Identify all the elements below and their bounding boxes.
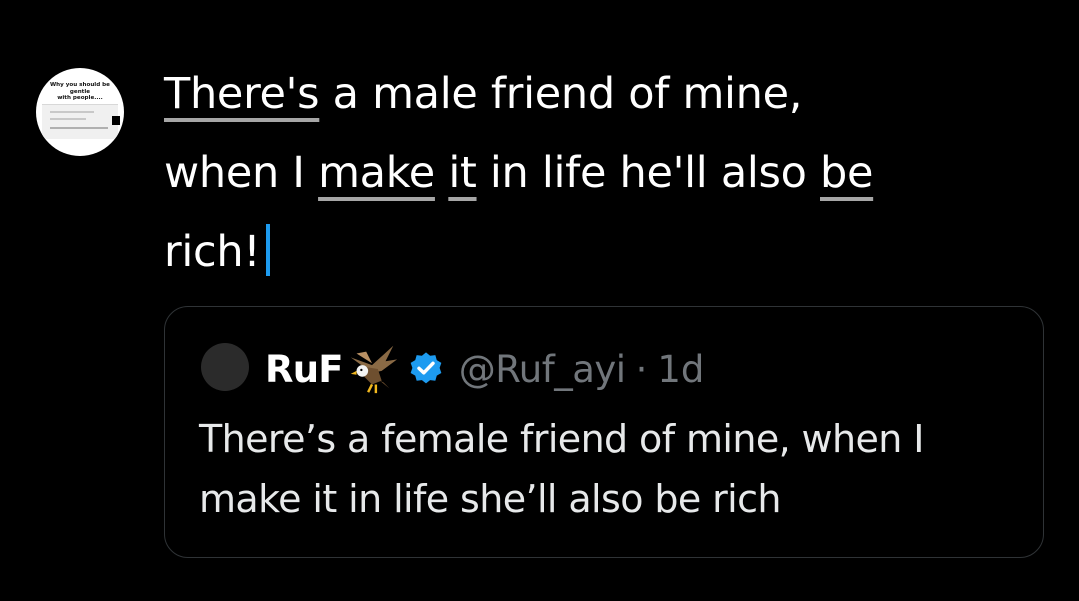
compose-line-2: when I make it in life he'll also be bbox=[164, 134, 1024, 213]
compose-line-3: rich! bbox=[164, 213, 1024, 292]
compose-text: when I bbox=[164, 148, 319, 198]
compose-text bbox=[435, 148, 448, 198]
compose-text: rich! bbox=[164, 227, 261, 277]
compose-line-1: There's a male friend of mine, bbox=[164, 55, 1024, 134]
avatar-image-line bbox=[50, 118, 86, 120]
quoted-tweet[interactable]: RuF @Ruf_ayi · 1d There’s a female frien… bbox=[164, 306, 1044, 558]
eagle-icon bbox=[350, 345, 397, 394]
compose-text: a male friend of mine, bbox=[319, 69, 803, 119]
avatar-caption-line1: Why you should be gentle bbox=[50, 82, 110, 95]
avatar-caption-line2: with people.... bbox=[57, 95, 103, 101]
compose-screen: Why you should be gentle with people....… bbox=[0, 0, 1079, 601]
quoted-tweet-timestamp[interactable]: 1d bbox=[657, 348, 704, 391]
spellcheck-word[interactable]: it bbox=[448, 148, 477, 198]
spellcheck-word[interactable]: There's bbox=[164, 69, 320, 119]
quoted-user-avatar[interactable] bbox=[201, 343, 249, 391]
spellcheck-word[interactable]: make bbox=[318, 148, 435, 198]
avatar-image-line bbox=[50, 111, 94, 113]
avatar-image-block bbox=[112, 116, 120, 125]
quoted-text-line-2: make it in life she’ll also be rich bbox=[199, 477, 781, 521]
quoted-user-handle[interactable]: @Ruf_ayi bbox=[459, 348, 626, 391]
compose-text: in life he'll also bbox=[476, 148, 820, 198]
tweet-compose-text[interactable]: There's a male friend of mine, when I ma… bbox=[164, 55, 1024, 292]
separator-dot: · bbox=[635, 347, 648, 391]
user-avatar[interactable]: Why you should be gentle with people.... bbox=[36, 68, 124, 156]
avatar-image-line bbox=[50, 127, 108, 129]
avatar-caption: Why you should be gentle with people.... bbox=[40, 82, 120, 102]
quoted-tweet-header: RuF @Ruf_ayi · 1d bbox=[265, 345, 704, 394]
verified-badge-icon bbox=[410, 352, 442, 384]
avatar-image-panel bbox=[42, 104, 118, 139]
text-caret bbox=[266, 224, 271, 276]
quoted-user-name[interactable]: RuF bbox=[265, 348, 344, 391]
spellcheck-word[interactable]: be bbox=[820, 148, 873, 198]
quoted-tweet-text: There’s a female friend of mine, when I … bbox=[199, 409, 1019, 529]
quoted-text-line-1: There’s a female friend of mine, when I bbox=[199, 417, 924, 461]
